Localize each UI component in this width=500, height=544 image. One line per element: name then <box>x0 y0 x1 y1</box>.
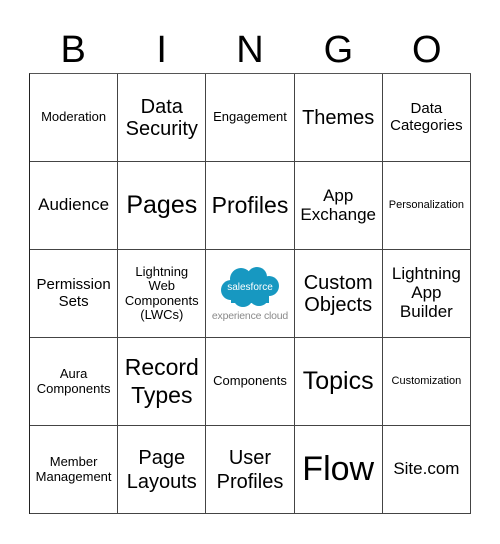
bingo-cell[interactable]: App Exchange <box>294 162 383 250</box>
cell-label: Topics <box>302 366 374 395</box>
header-letter-b: B <box>60 29 86 71</box>
bingo-cell[interactable]: Site.com <box>382 426 471 514</box>
bingo-cell[interactable]: Customization <box>382 338 471 426</box>
cell-label: Themes <box>302 106 375 129</box>
cell-label: Audience <box>38 195 110 215</box>
cell-label: Record Types <box>124 353 199 408</box>
salesforce-brand-text: salesforce <box>227 282 273 293</box>
bingo-header: B I N G O <box>29 28 471 72</box>
bingo-cell[interactable]: Topics <box>294 338 383 426</box>
bingo-cell[interactable]: Lightning Web Components (LWCs) <box>118 250 207 338</box>
salesforce-cloud-icon: salesforce <box>220 266 279 307</box>
cell-label: Aura Components <box>36 366 111 396</box>
header-letter-g: G <box>323 29 354 71</box>
bingo-cell[interactable]: Audience <box>30 162 119 250</box>
cell-label: Lightning Web Components (LWCs) <box>124 263 199 322</box>
cell-label: Data Categories <box>390 100 463 134</box>
cell-label: Member Management <box>35 454 112 484</box>
cell-label: Pages <box>126 190 198 219</box>
free-space-logo[interactable]: salesforce experience cloud <box>206 250 295 338</box>
bingo-cell[interactable]: Pages <box>118 162 207 250</box>
bingo-cell[interactable]: Profiles <box>206 162 295 250</box>
cell-label: Customization <box>391 375 462 388</box>
cell-label: Engagement <box>213 109 287 125</box>
bingo-cell[interactable]: Page Layouts <box>118 426 207 514</box>
cell-label: Components <box>213 373 287 389</box>
header-letter-i: I <box>156 29 167 71</box>
cell-label: Personalization <box>388 199 464 212</box>
header-letter-n: N <box>236 29 264 71</box>
cell-label: Profiles <box>211 191 289 218</box>
cell-label: App Exchange <box>300 185 376 224</box>
bingo-cell[interactable]: Engagement <box>206 74 295 162</box>
bingo-cell[interactable]: Record Types <box>118 338 207 426</box>
bingo-cell[interactable]: User Profiles <box>206 426 295 514</box>
bingo-cell[interactable]: Flow <box>294 426 383 514</box>
bingo-cell[interactable]: Member Management <box>30 426 119 514</box>
header-letter-o: O <box>412 29 442 71</box>
logo-subtitle: experience cloud <box>211 309 289 322</box>
cell-label: Page Layouts <box>126 446 197 493</box>
bingo-cell[interactable]: Lightning App Builder <box>382 250 471 338</box>
cell-label: Lightning App Builder <box>391 264 461 321</box>
bingo-cell[interactable]: Custom Objects <box>294 250 383 338</box>
bingo-cell[interactable]: Personalization <box>382 162 471 250</box>
cell-label: Permission Sets <box>36 276 111 310</box>
bingo-cell[interactable]: Components <box>206 338 295 426</box>
bingo-cell[interactable]: Moderation <box>30 74 119 162</box>
bingo-cell[interactable]: Data Categories <box>382 74 471 162</box>
bingo-cell[interactable]: Permission Sets <box>30 250 119 338</box>
cell-label: Custom Objects <box>303 271 373 316</box>
cell-label: Site.com <box>393 459 460 479</box>
bingo-cell[interactable]: Themes <box>294 74 383 162</box>
cell-label: Data Security <box>125 95 198 140</box>
bingo-grid: Moderation Data Security Engagement Them… <box>29 73 471 514</box>
cell-label: Flow <box>302 449 375 488</box>
cell-label: User Profiles <box>216 446 284 493</box>
bingo-cell[interactable]: Aura Components <box>30 338 119 426</box>
bingo-cell[interactable]: Data Security <box>118 74 207 162</box>
cell-label: Moderation <box>41 109 107 125</box>
